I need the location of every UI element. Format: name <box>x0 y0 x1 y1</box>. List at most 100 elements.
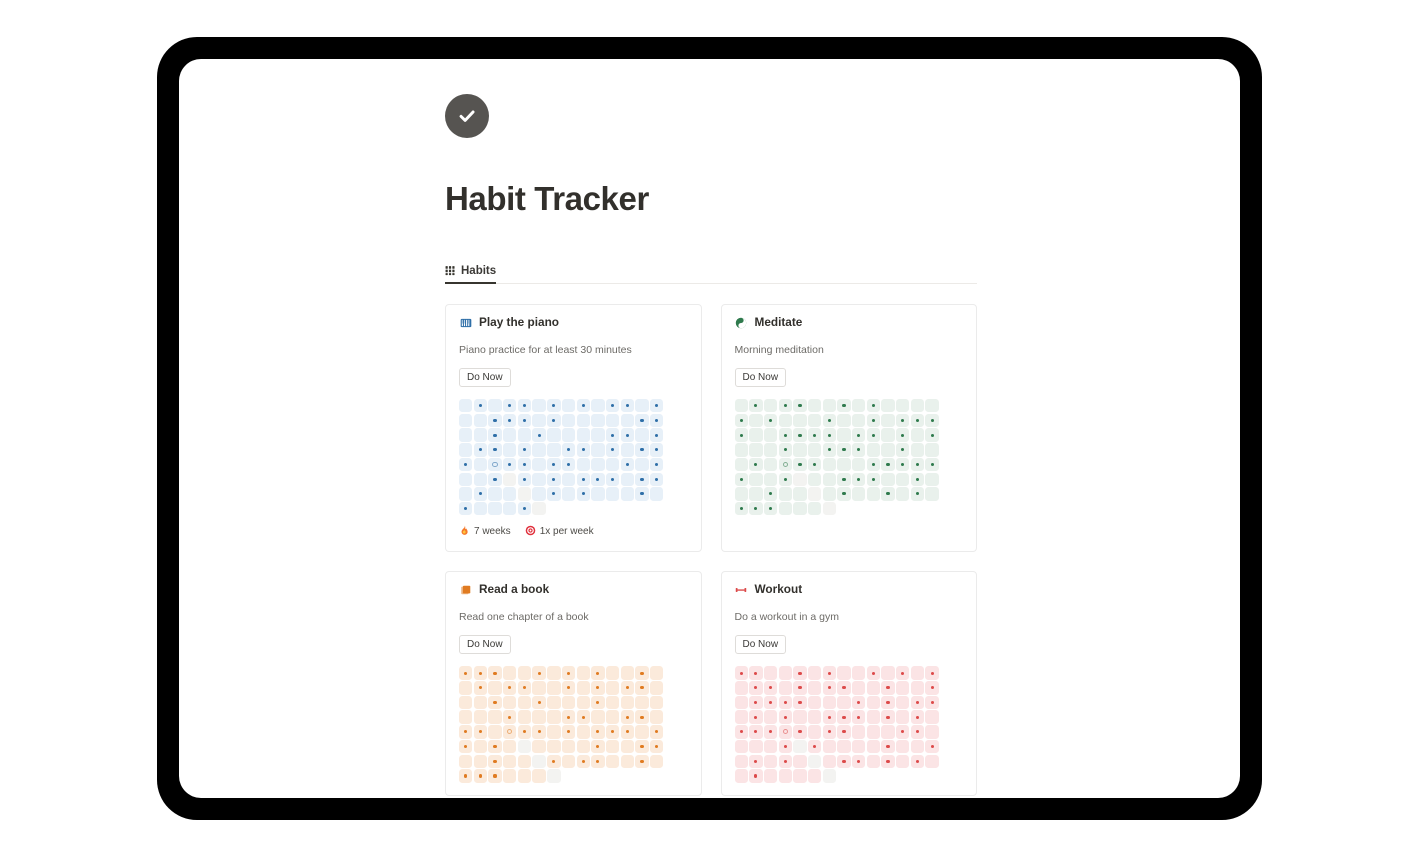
heatmap-cell[interactable] <box>837 710 851 724</box>
heatmap-cell[interactable] <box>778 681 792 695</box>
heatmap-cell[interactable] <box>778 769 792 783</box>
heatmap-cell[interactable] <box>635 399 649 413</box>
heatmap-cell[interactable] <box>488 501 502 516</box>
heatmap-cell[interactable] <box>807 739 822 754</box>
heatmap-cell[interactable] <box>635 739 649 754</box>
heatmap-cell[interactable] <box>778 472 792 486</box>
heatmap-cell[interactable] <box>866 487 881 501</box>
heatmap-cell[interactable] <box>925 428 939 442</box>
heatmap-cell[interactable] <box>896 681 910 695</box>
heatmap-cell[interactable] <box>837 725 851 739</box>
heatmap-cell[interactable] <box>547 769 561 783</box>
heatmap-cell[interactable] <box>620 487 634 501</box>
heatmap-cell[interactable] <box>473 443 488 457</box>
heatmap-cell[interactable] <box>459 487 473 501</box>
heatmap-cell[interactable] <box>459 472 473 486</box>
heatmap-cell[interactable] <box>793 501 807 516</box>
heatmap-cell[interactable] <box>561 428 576 442</box>
heatmap-cell[interactable] <box>635 695 649 710</box>
heatmap-cell[interactable] <box>547 413 561 428</box>
heatmap-cell[interactable] <box>591 681 605 695</box>
heatmap-cell[interactable] <box>925 457 939 472</box>
heatmap-cell[interactable] <box>591 399 605 413</box>
heatmap-cell[interactable] <box>763 695 778 710</box>
heatmap-cell[interactable] <box>734 725 748 739</box>
heatmap-cell[interactable] <box>852 710 866 724</box>
heatmap-cell[interactable] <box>635 457 649 472</box>
heatmap-cell[interactable] <box>576 725 590 739</box>
heatmap-cell[interactable] <box>910 487 925 501</box>
heatmap-cell[interactable] <box>896 754 910 768</box>
heatmap-cell[interactable] <box>734 443 748 457</box>
heatmap-cell[interactable] <box>532 457 546 472</box>
heatmap-cell[interactable] <box>620 754 634 768</box>
heatmap-cell[interactable] <box>576 399 590 413</box>
heatmap-cell[interactable] <box>807 472 822 486</box>
heatmap-cell[interactable] <box>503 710 517 724</box>
heatmap-cell[interactable] <box>763 457 778 472</box>
heatmap-cell[interactable] <box>532 769 546 783</box>
heatmap-cell[interactable] <box>881 472 895 486</box>
heatmap-cell[interactable] <box>910 710 925 724</box>
heatmap-cell[interactable] <box>488 443 502 457</box>
heatmap-cell[interactable] <box>763 487 778 501</box>
heatmap-cell[interactable] <box>473 666 488 680</box>
heatmap-cell[interactable] <box>793 399 807 413</box>
heatmap-cell[interactable] <box>649 681 664 695</box>
heatmap-cell[interactable] <box>852 739 866 754</box>
heatmap-cell[interactable] <box>807 754 822 768</box>
heatmap-cell[interactable] <box>620 413 634 428</box>
heatmap-cell[interactable] <box>837 487 851 501</box>
heatmap-cell[interactable] <box>896 695 910 710</box>
heatmap-cell[interactable] <box>807 413 822 428</box>
heatmap-cell[interactable] <box>852 472 866 486</box>
heatmap-cell[interactable] <box>734 695 748 710</box>
heatmap-cell[interactable] <box>837 695 851 710</box>
heatmap-cell[interactable] <box>488 739 502 754</box>
heatmap-cell[interactable] <box>547 666 561 680</box>
heatmap-cell[interactable] <box>925 754 939 768</box>
heatmap-cell[interactable] <box>749 739 763 754</box>
heatmap-cell[interactable] <box>807 399 822 413</box>
heatmap-cell[interactable] <box>866 695 881 710</box>
habit-card[interactable]: Read a book Read one chapter of a book Do … <box>445 571 702 796</box>
heatmap-cell[interactable] <box>925 681 939 695</box>
heatmap-cell[interactable] <box>473 413 488 428</box>
heatmap-cell[interactable] <box>881 413 895 428</box>
heatmap-cell[interactable] <box>547 754 561 768</box>
heatmap-cell[interactable] <box>822 769 837 783</box>
heatmap-cell[interactable] <box>459 428 473 442</box>
heatmap-cell[interactable] <box>635 710 649 724</box>
heatmap-cell[interactable] <box>517 710 532 724</box>
heatmap-cell[interactable] <box>866 443 881 457</box>
heatmap-cell[interactable] <box>473 501 488 516</box>
heatmap-cell[interactable] <box>763 399 778 413</box>
heatmap-cell[interactable] <box>473 695 488 710</box>
heatmap-cell[interactable] <box>822 501 837 516</box>
heatmap-cell[interactable] <box>620 681 634 695</box>
do-now-button[interactable]: Do Now <box>734 635 787 655</box>
heatmap-cell[interactable] <box>837 472 851 486</box>
heatmap-cell[interactable] <box>896 457 910 472</box>
heatmap-cell[interactable] <box>605 428 620 442</box>
heatmap-cell[interactable] <box>807 487 822 501</box>
heatmap-cell[interactable] <box>822 413 837 428</box>
heatmap-cell[interactable] <box>547 681 561 695</box>
heatmap-cell[interactable] <box>763 739 778 754</box>
heatmap-cell[interactable] <box>925 739 939 754</box>
heatmap-cell[interactable] <box>620 725 634 739</box>
heatmap-cell[interactable] <box>807 725 822 739</box>
heatmap-cell[interactable] <box>910 472 925 486</box>
heatmap-cell[interactable] <box>749 428 763 442</box>
heatmap-cell[interactable] <box>778 754 792 768</box>
heatmap-cell[interactable] <box>532 725 546 739</box>
heatmap-cell[interactable] <box>793 681 807 695</box>
heatmap-cell[interactable] <box>822 472 837 486</box>
heatmap-cell[interactable] <box>866 428 881 442</box>
heatmap-cell[interactable] <box>881 428 895 442</box>
heatmap-cell[interactable] <box>734 710 748 724</box>
heatmap-cell[interactable] <box>749 399 763 413</box>
do-now-button[interactable]: Do Now <box>459 368 511 388</box>
heatmap-cell[interactable] <box>910 413 925 428</box>
heatmap-cell[interactable] <box>852 695 866 710</box>
